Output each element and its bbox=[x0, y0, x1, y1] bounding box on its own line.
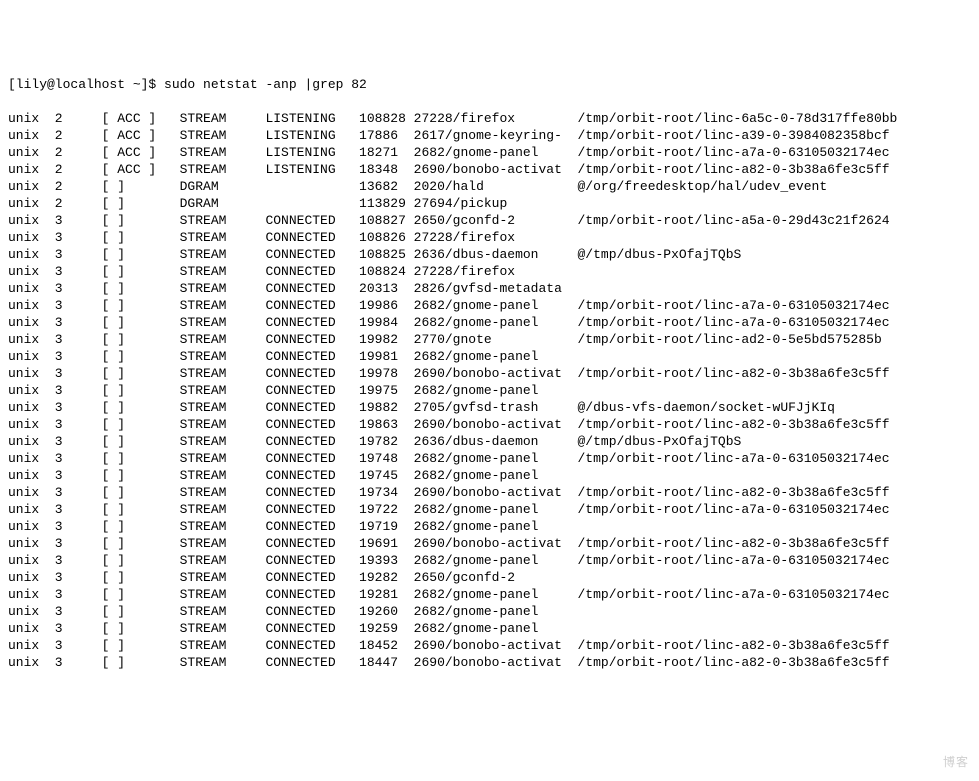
netstat-row: unix 3 [ ] STREAM CONNECTED 18447 2690/b… bbox=[8, 654, 971, 671]
netstat-row: unix 3 [ ] STREAM CONNECTED 19719 2682/g… bbox=[8, 518, 971, 535]
netstat-row: unix 3 [ ] STREAM CONNECTED 19981 2682/g… bbox=[8, 348, 971, 365]
netstat-row: unix 3 [ ] STREAM CONNECTED 19734 2690/b… bbox=[8, 484, 971, 501]
netstat-row: unix 3 [ ] STREAM CONNECTED 19975 2682/g… bbox=[8, 382, 971, 399]
netstat-row: unix 2 [ ACC ] STREAM LISTENING 18348 26… bbox=[8, 161, 971, 178]
netstat-row: unix 3 [ ] STREAM CONNECTED 19282 2650/g… bbox=[8, 569, 971, 586]
netstat-row: unix 3 [ ] STREAM CONNECTED 108824 27228… bbox=[8, 263, 971, 280]
netstat-row: unix 3 [ ] STREAM CONNECTED 108827 2650/… bbox=[8, 212, 971, 229]
netstat-row: unix 2 [ ACC ] STREAM LISTENING 17886 26… bbox=[8, 127, 971, 144]
netstat-row: unix 2 [ ] DGRAM 113829 27694/pickup bbox=[8, 195, 971, 212]
command-prompt: [lily@localhost ~]$ sudo netstat -anp |g… bbox=[8, 76, 971, 93]
netstat-row: unix 3 [ ] STREAM CONNECTED 19722 2682/g… bbox=[8, 501, 971, 518]
netstat-row: unix 3 [ ] STREAM CONNECTED 19393 2682/g… bbox=[8, 552, 971, 569]
netstat-row: unix 2 [ ACC ] STREAM LISTENING 18271 26… bbox=[8, 144, 971, 161]
watermark-text: 博客 bbox=[943, 754, 969, 771]
netstat-row: unix 3 [ ] STREAM CONNECTED 19982 2770/g… bbox=[8, 331, 971, 348]
netstat-row: unix 3 [ ] STREAM CONNECTED 19260 2682/g… bbox=[8, 603, 971, 620]
netstat-row: unix 3 [ ] STREAM CONNECTED 19782 2636/d… bbox=[8, 433, 971, 450]
netstat-row: unix 2 [ ] DGRAM 13682 2020/hald @/org/f… bbox=[8, 178, 971, 195]
netstat-row: unix 3 [ ] STREAM CONNECTED 19863 2690/b… bbox=[8, 416, 971, 433]
output-rows: unix 2 [ ACC ] STREAM LISTENING 108828 2… bbox=[8, 110, 971, 671]
netstat-row: unix 3 [ ] STREAM CONNECTED 19882 2705/g… bbox=[8, 399, 971, 416]
netstat-row: unix 3 [ ] STREAM CONNECTED 19978 2690/b… bbox=[8, 365, 971, 382]
netstat-row: unix 3 [ ] STREAM CONNECTED 108826 27228… bbox=[8, 229, 971, 246]
netstat-row: unix 3 [ ] STREAM CONNECTED 19259 2682/g… bbox=[8, 620, 971, 637]
netstat-row: unix 3 [ ] STREAM CONNECTED 19748 2682/g… bbox=[8, 450, 971, 467]
netstat-row: unix 3 [ ] STREAM CONNECTED 19691 2690/b… bbox=[8, 535, 971, 552]
netstat-row: unix 3 [ ] STREAM CONNECTED 108825 2636/… bbox=[8, 246, 971, 263]
netstat-row: unix 3 [ ] STREAM CONNECTED 20313 2826/g… bbox=[8, 280, 971, 297]
netstat-row: unix 3 [ ] STREAM CONNECTED 19986 2682/g… bbox=[8, 297, 971, 314]
netstat-row: unix 3 [ ] STREAM CONNECTED 19745 2682/g… bbox=[8, 467, 971, 484]
netstat-row: unix 3 [ ] STREAM CONNECTED 18452 2690/b… bbox=[8, 637, 971, 654]
netstat-row: unix 3 [ ] STREAM CONNECTED 19281 2682/g… bbox=[8, 586, 971, 603]
netstat-row: unix 3 [ ] STREAM CONNECTED 19984 2682/g… bbox=[8, 314, 971, 331]
netstat-row: unix 2 [ ACC ] STREAM LISTENING 108828 2… bbox=[8, 110, 971, 127]
